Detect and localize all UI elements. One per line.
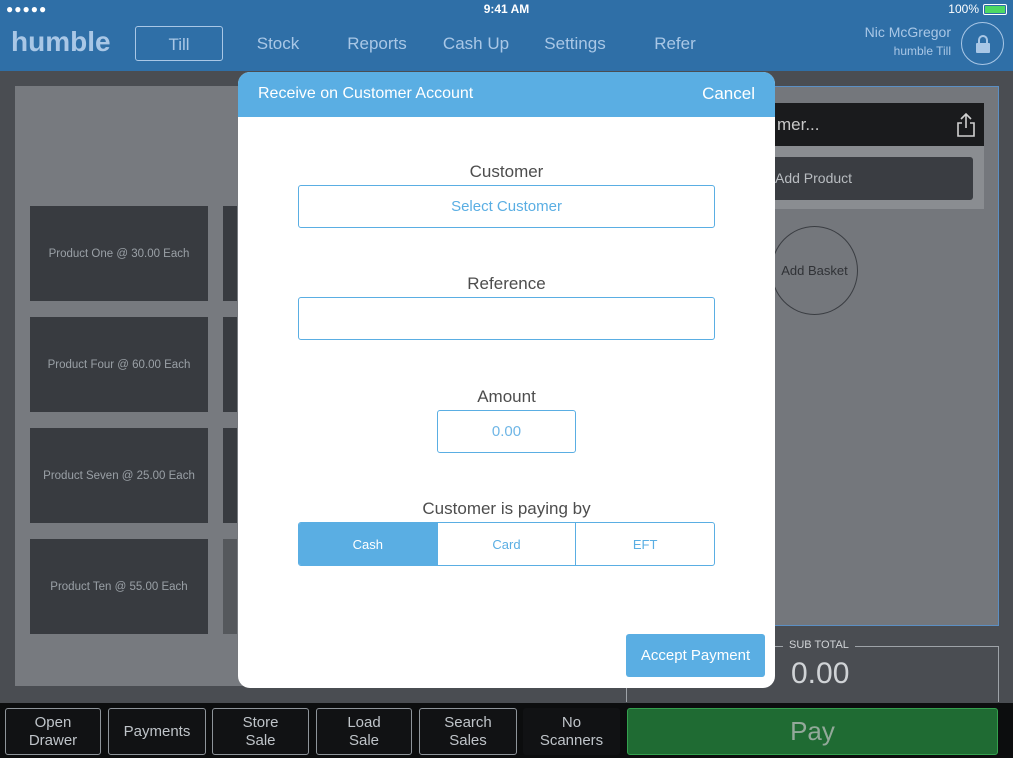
- nav-refer[interactable]: Refer: [635, 26, 715, 61]
- battery-icon: [983, 3, 1007, 15]
- user-info: Nic McGregor humble Till: [865, 24, 951, 58]
- reference-label: Reference: [467, 274, 546, 293]
- add-product-button[interactable]: Add Product: [771, 157, 973, 200]
- store-sale-button[interactable]: Store Sale: [212, 708, 309, 755]
- subtotal-value: 0.00: [791, 657, 850, 690]
- product-tile[interactable]: Product Ten @ 55.00 Each: [30, 539, 208, 634]
- nav-cash-up[interactable]: Cash Up: [436, 26, 516, 61]
- modal-header: Receive on Customer Account Cancel: [238, 72, 775, 117]
- humble-logo: humble: [11, 26, 111, 57]
- receive-on-account-modal: Receive on Customer Account Cancel Custo…: [238, 72, 775, 688]
- button-line: Open: [34, 713, 72, 731]
- product-tile-partial[interactable]: [223, 428, 237, 523]
- button-line: Store: [242, 713, 279, 731]
- payment-method-card[interactable]: Card: [438, 523, 577, 565]
- button-line: No: [561, 713, 582, 731]
- no-scanners-status[interactable]: No Scanners: [523, 708, 620, 755]
- status-time: 9:41 AM: [483, 2, 530, 16]
- lock-icon: [976, 35, 990, 53]
- accept-payment-button[interactable]: Accept Payment: [626, 634, 765, 677]
- button-line: Payments: [123, 722, 191, 740]
- subtotal-label: SUB TOTAL: [783, 639, 855, 651]
- product-tile-partial[interactable]: [223, 206, 237, 301]
- battery-status: 100%: [948, 2, 1007, 16]
- search-sales-button[interactable]: Search Sales: [419, 708, 517, 755]
- app-header: humble Till Stock Reports Cash Up Settin…: [0, 18, 1013, 71]
- share-icon[interactable]: [956, 112, 976, 138]
- till-name: humble Till: [893, 44, 951, 58]
- product-tile-partial[interactable]: [223, 317, 237, 412]
- nav-reports[interactable]: Reports: [337, 26, 417, 61]
- payment-method-cash[interactable]: Cash: [299, 523, 438, 565]
- battery-percent: 100%: [948, 2, 979, 16]
- payments-button[interactable]: Payments: [108, 708, 206, 755]
- customer-header-label: mer...: [777, 115, 820, 134]
- reference-input[interactable]: [298, 297, 715, 340]
- amount-label: Amount: [477, 387, 536, 406]
- cancel-button[interactable]: Cancel: [702, 84, 755, 104]
- nav-settings[interactable]: Settings: [535, 26, 615, 61]
- button-line: Load: [347, 713, 381, 731]
- nav-till[interactable]: Till: [135, 26, 223, 61]
- user-name: Nic McGregor: [864, 24, 951, 40]
- nav-stock[interactable]: Stock: [237, 26, 319, 61]
- pay-button[interactable]: Pay: [627, 708, 998, 755]
- button-line: Sales: [449, 731, 487, 749]
- product-tile-partial[interactable]: [223, 539, 237, 634]
- load-sale-button[interactable]: Load Sale: [316, 708, 412, 755]
- lock-button[interactable]: [961, 22, 1004, 65]
- add-basket-button[interactable]: Add Basket: [771, 226, 858, 315]
- amount-input[interactable]: 0.00: [437, 410, 576, 453]
- button-line: Drawer: [28, 731, 78, 749]
- customer-label: Customer: [469, 162, 544, 181]
- customer-header[interactable]: mer...: [771, 103, 984, 146]
- product-tile[interactable]: Product Seven @ 25.00 Each: [30, 428, 208, 523]
- paying-by-label: Customer is paying by: [422, 499, 591, 518]
- button-line: Sale: [245, 731, 276, 749]
- open-drawer-button[interactable]: Open Drawer: [5, 708, 101, 755]
- product-tile[interactable]: Product Four @ 60.00 Each: [30, 317, 208, 412]
- product-tile[interactable]: Product One @ 30.00 Each: [30, 206, 208, 301]
- button-line: Search: [444, 713, 492, 731]
- select-customer-button[interactable]: Select Customer: [298, 185, 715, 228]
- button-line: Sale: [348, 731, 380, 749]
- status-bar: ●●●●● 9:41 AM 100%: [0, 0, 1013, 18]
- bottom-toolbar: Open Drawer Payments Store Sale Load Sale S…: [0, 703, 1013, 758]
- payment-method-eft[interactable]: EFT: [576, 523, 714, 565]
- modal-title: Receive on Customer Account: [258, 85, 474, 102]
- payment-method-selector: Cash Card EFT: [298, 522, 715, 566]
- button-line: Scanners: [539, 731, 604, 749]
